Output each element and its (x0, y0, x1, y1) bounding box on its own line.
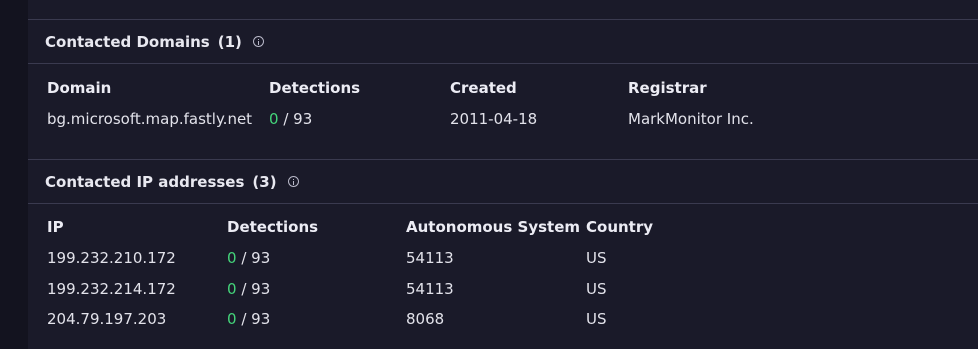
registrar-value: MarkMonitor Inc. (628, 110, 754, 128)
contacted-domains-header: Contacted Domains (1) (28, 20, 978, 64)
ip-link[interactable]: 199.232.214.172 (47, 277, 176, 301)
detections-positive: 0 (227, 280, 237, 298)
column-header-registrar: Registrar (628, 79, 707, 97)
column-header-autonomous-system: Autonomous System (406, 218, 580, 236)
detections-total: / 93 (241, 249, 271, 267)
column-header-domain: Domain (47, 79, 112, 97)
detections-positive: 0 (227, 310, 237, 328)
column-header-detections: Detections (227, 218, 319, 236)
detections-total: / 93 (241, 280, 271, 298)
created-value: 2011-04-18 (450, 110, 538, 128)
table-header-row: Domain Detections Created Registrar (47, 76, 977, 100)
table-row: 199.232.210.172 0 / 93 54113 US (47, 246, 977, 270)
contacted-domains-title: Contacted Domains (45, 32, 210, 51)
detections-positive: 0 (227, 249, 237, 267)
autonomous-system-value: 54113 (406, 249, 454, 267)
contacted-domains-count: (1) (217, 32, 242, 51)
table-header-row: IP Detections Autonomous System Country (47, 215, 977, 239)
contacted-ip-addresses-section: Contacted IP addresses (3) IP Detections… (28, 160, 978, 349)
info-icon[interactable] (252, 36, 264, 47)
domain-link[interactable]: bg.microsoft.map.fastly.net (47, 107, 252, 131)
info-icon[interactable] (287, 176, 299, 187)
column-header-ip: IP (47, 218, 64, 236)
table-row: bg.microsoft.map.fastly.net 0 / 93 2011-… (47, 107, 977, 131)
ip-link[interactable]: 204.79.197.203 (47, 307, 166, 331)
detections-value: 0 / 93 (269, 107, 312, 131)
autonomous-system-value: 54113 (406, 280, 454, 298)
detections-value: 0 / 93 (227, 307, 270, 331)
country-value: US (586, 310, 607, 328)
detections-value: 0 / 93 (227, 277, 270, 301)
contacted-ip-addresses-count: (3) (252, 172, 277, 191)
country-value: US (586, 280, 607, 298)
detections-total: / 93 (283, 110, 313, 128)
detections-value: 0 / 93 (227, 246, 270, 270)
contacted-domains-section: Contacted Domains (1) Domain Detections … (28, 20, 978, 159)
country-value: US (586, 249, 607, 267)
column-header-created: Created (450, 79, 517, 97)
column-header-country: Country (586, 218, 654, 236)
autonomous-system-value: 8068 (406, 310, 445, 328)
ip-link[interactable]: 199.232.210.172 (47, 246, 176, 270)
column-header-detections: Detections (269, 79, 361, 97)
table-row: 204.79.197.203 0 / 93 8068 US (47, 307, 977, 331)
detections-positive: 0 (269, 110, 279, 128)
contacted-ip-addresses-header: Contacted IP addresses (3) (28, 160, 978, 204)
results-panel: Contacted Domains (1) Domain Detections … (28, 0, 978, 349)
table-row: 199.232.214.172 0 / 93 54113 US (47, 277, 977, 301)
detections-total: / 93 (241, 310, 271, 328)
contacted-ip-addresses-title: Contacted IP addresses (45, 172, 245, 191)
